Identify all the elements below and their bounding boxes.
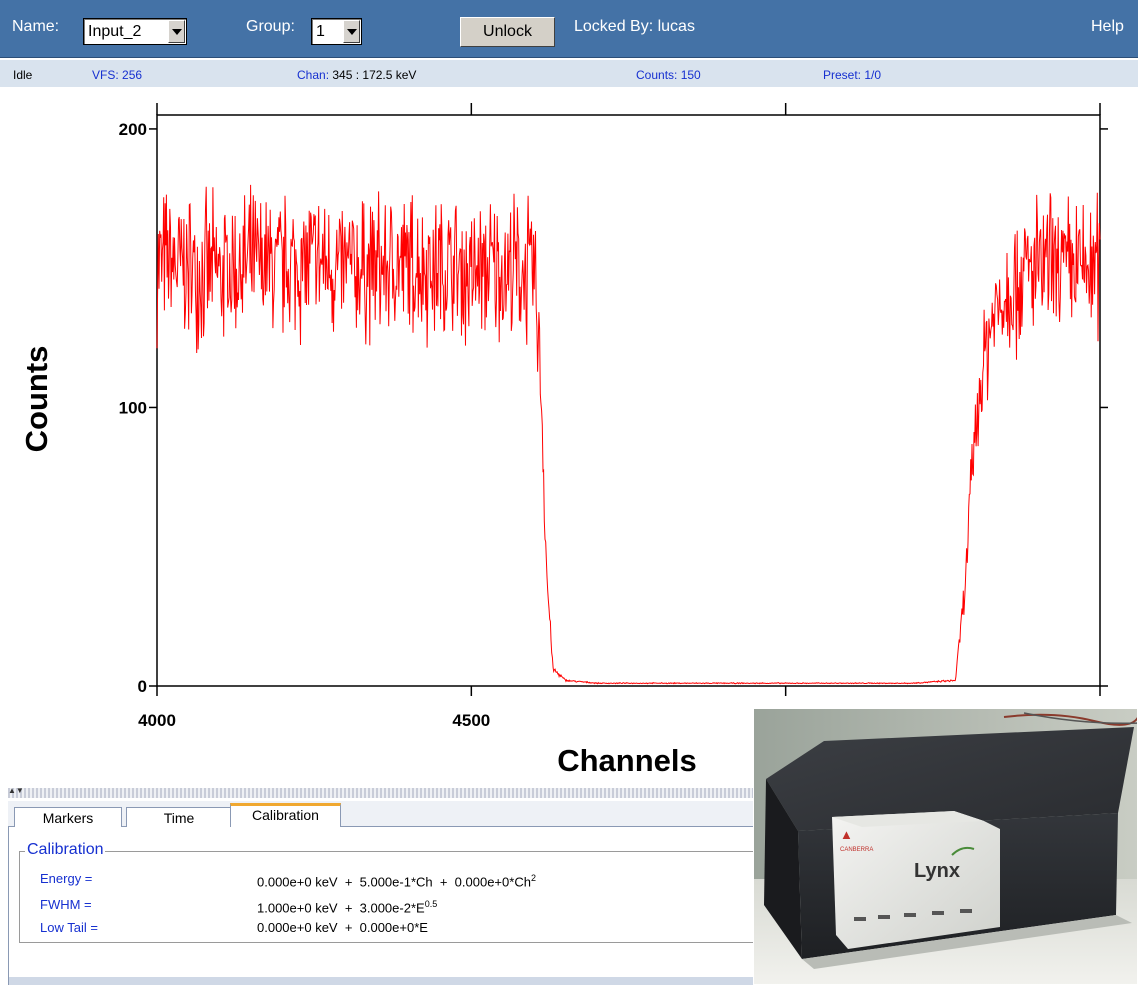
x-axis-label: Channels [557, 743, 697, 778]
maker-name: CANBERRA [840, 847, 873, 853]
locked-by-label: Locked By: lucas [574, 18, 695, 35]
chevron-down-icon[interactable] [343, 20, 360, 43]
vfs-key: VFS: [92, 68, 119, 82]
status-led [878, 915, 890, 919]
splitter-arrows-icon[interactable]: ▲▼ [8, 786, 24, 796]
low-tail-label: Low Tail = [40, 920, 98, 935]
status-led [904, 913, 916, 917]
energy-label: Energy = [40, 871, 93, 886]
preset-readout: Preset: 1/0 [823, 68, 881, 82]
lynx-analyzer-image: ▲ CANBERRA Lynx [754, 709, 1137, 984]
status-bar: Idle VFS: 256 Chan: 345 : 172.5 keV Coun… [0, 60, 1138, 87]
fwhm-label: FWHM = [40, 897, 92, 912]
y-tick-label: 0 [138, 677, 147, 696]
help-link[interactable]: Help [1091, 18, 1124, 36]
x-tick-label: 4500 [452, 711, 490, 730]
preset-value: 1/0 [864, 68, 882, 82]
tab-calibration[interactable]: Calibration [230, 803, 341, 828]
chan-key: Chan: [297, 68, 330, 82]
y-tick-label: 200 [119, 120, 147, 139]
preset-key: Preset: [823, 68, 862, 82]
fwhm-exponent: 0.5 [424, 899, 438, 909]
energy-equation: 0.000e+0 keV + 5.000e-1*Ch + 0.000e+0*Ch… [257, 873, 536, 889]
name-select-value: Input_2 [88, 23, 142, 40]
counts-key: Counts: [636, 68, 678, 82]
tab-markers-label: Markers [42, 810, 94, 826]
energy-equation-text: 0.000e+0 keV + 5.000e-1*Ch + 0.000e+0*Ch [257, 874, 531, 890]
status-led [932, 911, 944, 915]
device-photo: ▲ CANBERRA Lynx [753, 708, 1138, 985]
counts-readout: Counts: 150 [636, 68, 701, 82]
chan-value: 345 : 172.5 keV [332, 68, 417, 82]
calibration-group-title: Calibration [25, 841, 106, 859]
energy-exponent: 2 [530, 873, 536, 883]
name-label: Name: [12, 18, 60, 35]
x-tick-label: 4000 [138, 711, 176, 730]
spectrum-plot[interactable]: 4000450050000100200ChannelsCounts [2, 89, 1118, 784]
unlock-button[interactable]: Unlock [460, 17, 555, 47]
tab-markers[interactable]: Markers [14, 807, 122, 828]
tab-time[interactable]: Time [126, 807, 232, 828]
y-axis-label: Counts [19, 346, 54, 453]
fwhm-equation: 1.000e+0 keV + 3.000e-2*E0.5 [257, 899, 437, 915]
fwhm-equation-text: 1.000e+0 keV + 3.000e-2*E [257, 900, 425, 916]
plot-frame [156, 114, 1101, 687]
group-label: Group: [246, 18, 295, 35]
maker-logo: ▲ [840, 827, 853, 842]
tab-calibration-label: Calibration [252, 807, 319, 823]
name-select[interactable]: Input_2 [83, 18, 187, 45]
acquisition-state: Idle [13, 68, 33, 82]
group-select[interactable]: 1 [311, 18, 362, 45]
y-tick-label: 100 [119, 398, 147, 417]
chan-readout: Chan: 345 : 172.5 keV [297, 68, 416, 82]
spectrum-chart[interactable]: 4000450050000100200ChannelsCounts [2, 89, 1118, 784]
counts-value: 150 [680, 68, 701, 82]
group-select-value: 1 [316, 23, 325, 40]
tab-time-label: Time [163, 810, 195, 826]
chevron-down-icon[interactable] [168, 20, 185, 43]
status-led [960, 909, 972, 913]
vfs-readout: VFS: 256 [92, 68, 142, 82]
status-led [854, 917, 866, 921]
toolbar: Name: Input_2 Group: 1 Unlock Locked By:… [0, 0, 1138, 58]
low-tail-equation: 0.000e+0 keV + 0.000e+0*E [257, 920, 428, 935]
vfs-value: 256 [122, 68, 143, 82]
brand-logo: Lynx [914, 860, 960, 882]
